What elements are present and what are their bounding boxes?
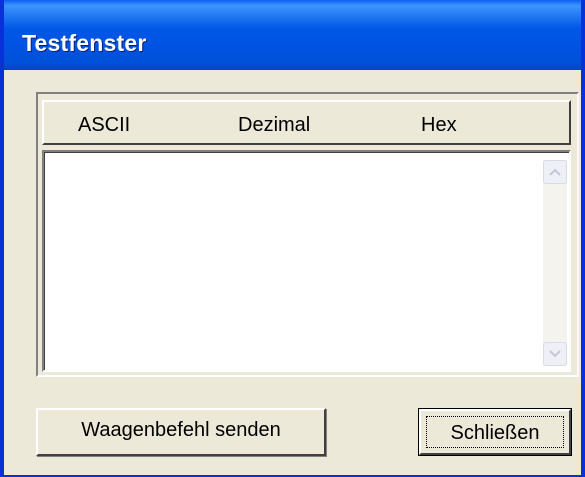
scroll-up-button[interactable] [543,160,567,184]
list-content-area [44,152,569,370]
column-header: ASCII Dezimal Hex [42,100,571,145]
data-list[interactable] [42,150,571,372]
chevron-up-icon [549,168,561,176]
column-header-hex[interactable]: Hex [421,114,457,137]
close-button-label: Schließen [450,422,540,444]
test-window: Testfenster ASCII Dezimal Hex Waagenbefe… [0,0,585,477]
vertical-scrollbar[interactable] [543,160,567,366]
column-header-ascii[interactable]: ASCII [78,114,130,137]
close-button[interactable]: Schließen [418,408,572,456]
chevron-down-icon [549,350,561,358]
scroll-down-button[interactable] [543,342,567,366]
send-scale-command-button[interactable]: Waagenbefehl senden [36,408,326,456]
column-header-dezimal[interactable]: Dezimal [238,114,310,137]
title-bar[interactable]: Testfenster [4,0,581,70]
window-title: Testfenster [22,30,147,56]
